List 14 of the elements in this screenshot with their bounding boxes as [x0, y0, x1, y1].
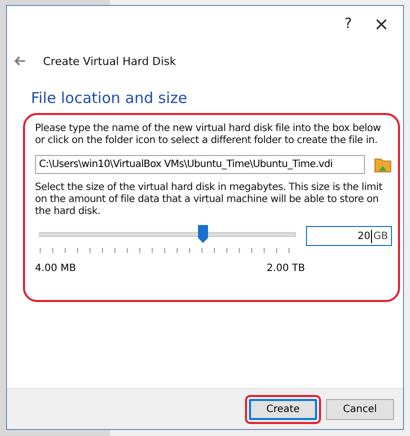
wizard-title: Create Virtual Hard Disk [43, 54, 176, 68]
section-heading: File location and size [31, 89, 188, 107]
cancel-button[interactable]: Cancel [326, 398, 394, 420]
min-size-label: 4.00 MB [35, 263, 76, 274]
close-button[interactable]: × [374, 14, 389, 34]
slider-thumb[interactable] [198, 225, 208, 243]
help-button[interactable]: ? [344, 16, 352, 32]
max-size-label: 2.00 TB [266, 263, 305, 274]
file-path-field[interactable]: C:\Users\win10\VirtualBox VMs\Ubuntu_Time\Ubuntu_Time.vdi [35, 155, 366, 174]
file-instructions: Please type the name of the new virtual hard disk file into the box below or click on the folder icon to select a different folder to create the file in. [35, 123, 382, 147]
folder-icon[interactable] [374, 156, 392, 173]
back-arrow-icon[interactable] [14, 56, 26, 66]
size-field[interactable]: 20 GB [306, 226, 392, 246]
size-instructions: Select the size of the virtual hard disk in megabytes. This size is the limit on the amount of file data that a virtual machine will be able to store on the hard disk. [35, 182, 384, 218]
